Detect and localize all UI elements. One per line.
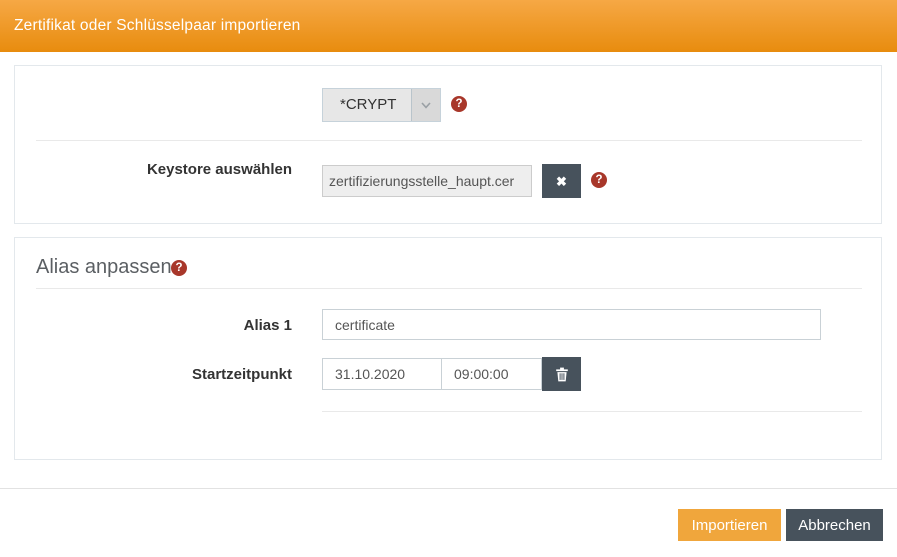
footer-divider bbox=[0, 488, 897, 489]
certificate-help-icon[interactable]: ? bbox=[591, 172, 607, 188]
start-label: Startzeitpunkt bbox=[15, 366, 292, 383]
alias-panel: Alias anpassen ? Alias 1 Startzeitpunkt bbox=[14, 237, 882, 460]
clear-file-button[interactable]: ✖ bbox=[542, 164, 581, 198]
alias1-label: Alias 1 bbox=[15, 317, 292, 334]
row-divider bbox=[322, 411, 862, 412]
start-date-input[interactable] bbox=[322, 358, 442, 390]
start-time-input[interactable] bbox=[441, 358, 542, 390]
dialog-header: Zertifikat oder Schlüsselpaar importiere… bbox=[0, 0, 897, 52]
alias-help-icon[interactable]: ? bbox=[171, 260, 187, 276]
cancel-button[interactable]: Abbrechen bbox=[786, 509, 883, 541]
import-button[interactable]: Importieren bbox=[678, 509, 781, 541]
trash-icon bbox=[555, 367, 569, 382]
keystore-select-value: *CRYPT bbox=[340, 89, 396, 121]
row-divider bbox=[36, 140, 862, 141]
keystore-select[interactable]: *CRYPT bbox=[322, 88, 441, 122]
delete-start-button[interactable] bbox=[542, 357, 581, 391]
close-icon: ✖ bbox=[556, 175, 567, 188]
section-divider bbox=[36, 288, 862, 289]
dialog-title: Zertifikat oder Schlüsselpaar importiere… bbox=[14, 0, 300, 52]
keystore-label: Keystore auswählen bbox=[15, 161, 292, 178]
alias1-input[interactable] bbox=[322, 309, 821, 340]
import-panel: Keystore auswählen *CRYPT ? Zertifikat /… bbox=[14, 65, 882, 224]
chevron-down-icon bbox=[411, 89, 440, 121]
certificate-file-input[interactable] bbox=[322, 165, 532, 197]
keystore-help-icon[interactable]: ? bbox=[451, 96, 467, 112]
alias-section-title: Alias anpassen bbox=[36, 256, 172, 279]
